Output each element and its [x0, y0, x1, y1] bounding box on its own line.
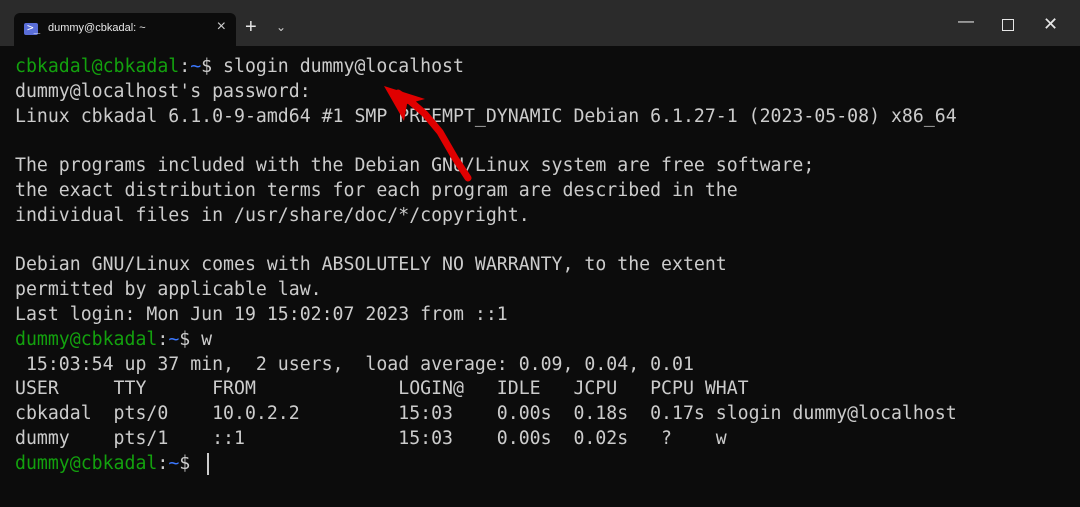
prompt-path: ~ — [168, 452, 180, 474]
command-text: $ slogin dummy@localhost — [201, 56, 464, 77]
prompt-line: cbkadal@cbkadal:~$ slogin dummy@localhos… — [15, 55, 1080, 80]
output-line: Last login: Mon Jun 19 15:02:07 2023 fro… — [15, 303, 508, 325]
command-text: $ w — [179, 328, 213, 350]
maximize-button[interactable] — [1002, 19, 1014, 31]
terminal-window: >_ dummy@cbkadal: ~ × + ⌄ — ✕ cbkadal@cb… — [0, 0, 1080, 507]
prompt-line: dummy@cbkadal:~$ — [15, 452, 1080, 477]
new-tab-button[interactable]: + — [245, 16, 257, 39]
output-line: dummy@localhost's password: — [15, 80, 311, 102]
title-bar: >_ dummy@cbkadal: ~ × + ⌄ — ✕ — [0, 0, 1080, 46]
output-line: permitted by applicable law. — [15, 279, 322, 301]
prompt-user: cbkadal@cbkadal — [15, 56, 180, 77]
table-row: dummy pts/1 ::1 15:03 0.00s 0.02s ? w — [15, 427, 727, 449]
minimize-button[interactable]: — — [958, 13, 974, 31]
output-line: the exact distribution terms for each pr… — [15, 179, 738, 201]
table-header: USER TTY FROM LOGIN@ IDLE JCPU PCPU WHAT — [15, 378, 749, 400]
tab-title: dummy@cbkadal: ~ — [48, 22, 146, 34]
close-button[interactable]: ✕ — [1043, 14, 1058, 35]
command-text: $ — [179, 452, 202, 474]
prompt-colon: : — [157, 328, 169, 350]
prompt-line: dummy@cbkadal:~$ w — [15, 328, 1080, 353]
tab-terminal[interactable]: >_ dummy@cbkadal: ~ × — [14, 13, 236, 46]
output-line: Debian GNU/Linux comes with ABSOLUTELY N… — [15, 254, 727, 276]
prompt-path: ~ — [168, 328, 180, 350]
table-row: cbkadal pts/0 10.0.2.2 15:03 0.00s 0.18s… — [15, 403, 957, 425]
prompt-user: dummy@cbkadal — [15, 452, 158, 474]
prompt-colon: : — [157, 452, 169, 474]
text-cursor — [207, 452, 210, 475]
output-line: Linux cbkadal 6.1.0-9-amd64 #1 SMP PREEM… — [15, 105, 957, 127]
output-line: individual files in /usr/share/doc/*/cop… — [15, 204, 530, 226]
terminal-output[interactable]: cbkadal@cbkadal:~$ slogin dummy@localhos… — [15, 55, 1080, 507]
tab-close-icon[interactable]: × — [217, 18, 226, 36]
prompt-colon: : — [179, 56, 191, 77]
output-line: The programs included with the Debian GN… — [15, 155, 815, 177]
prompt-user: dummy@cbkadal — [15, 328, 158, 350]
prompt-path: ~ — [190, 56, 202, 77]
chevron-down-icon[interactable]: ⌄ — [276, 20, 286, 34]
output-line: 15:03:54 up 37 min, 2 users, load averag… — [15, 353, 694, 375]
powershell-icon: >_ — [24, 21, 40, 35]
